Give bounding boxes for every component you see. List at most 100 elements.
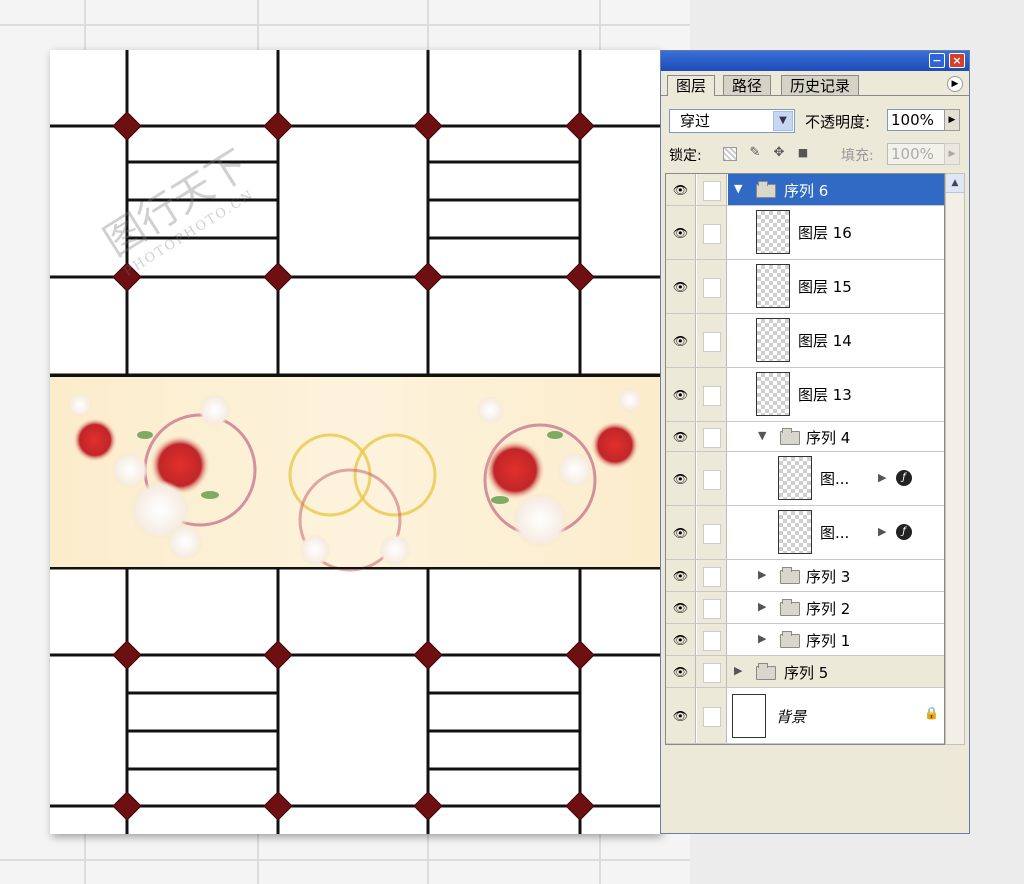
- eye-icon[interactable]: 👁: [666, 560, 696, 591]
- fx-icon[interactable]: ƒ: [896, 470, 912, 486]
- chevron-down-icon[interactable]: ▼: [773, 111, 793, 131]
- layer-content[interactable]: 图层 15: [728, 260, 944, 313]
- tab-history[interactable]: 历史记录: [781, 75, 860, 95]
- layer-content[interactable]: ▼ 序列 6: [728, 174, 944, 205]
- layers-scrollbar[interactable]: ▲: [945, 173, 965, 745]
- link-cell[interactable]: [697, 368, 727, 421]
- fill-slider-button[interactable]: ▶: [944, 143, 960, 165]
- link-cell[interactable]: [697, 260, 727, 313]
- brush-lock-icon[interactable]: ✎: [747, 145, 763, 161]
- layer-name: 图层 15: [798, 278, 852, 296]
- minimize-button[interactable]: −: [929, 53, 945, 68]
- layer-row-14[interactable]: 👁 图层 14: [666, 314, 944, 368]
- layer-thumbnail: [756, 264, 790, 308]
- layer-content[interactable]: 图层 16: [728, 206, 944, 259]
- link-cell[interactable]: [697, 560, 727, 591]
- effects-arrow-icon[interactable]: ▶: [878, 525, 886, 538]
- lock-label: 锁定:: [669, 148, 702, 164]
- link-cell[interactable]: [697, 174, 727, 205]
- layers-palette: − × 图层 路径 历史记录 ▶ 穿过 ▼ 不透明度: 100% ▶ 锁定: ✎…: [660, 50, 970, 834]
- lock-fill-row: 锁定: ✎ ✥ ■ 填充: 100% ▶: [661, 141, 969, 167]
- link-cell[interactable]: [697, 624, 727, 655]
- close-button[interactable]: ×: [949, 53, 965, 68]
- layer-row-fx-2[interactable]: 👁 图... ▶ ƒ: [666, 506, 944, 560]
- layer-name: 序列 5: [784, 664, 829, 682]
- padlock-icon[interactable]: ■: [795, 145, 811, 161]
- eye-icon[interactable]: 👁: [666, 368, 696, 421]
- link-cell[interactable]: [697, 206, 727, 259]
- layer-row-group3[interactable]: 👁 ▶ 序列 3: [666, 560, 944, 592]
- eye-icon[interactable]: 👁: [666, 314, 696, 367]
- eye-icon[interactable]: 👁: [666, 688, 696, 743]
- opacity-input[interactable]: 100%: [887, 109, 945, 131]
- layer-row-group1[interactable]: 👁 ▶ 序列 1: [666, 624, 944, 656]
- eye-icon[interactable]: 👁: [666, 260, 696, 313]
- eye-icon[interactable]: 👁: [666, 452, 696, 505]
- palette-titlebar[interactable]: − ×: [661, 51, 969, 71]
- layer-content[interactable]: 图层 13: [728, 368, 944, 421]
- document-canvas[interactable]: 图行天下 PHOTOPHOTO.CN: [50, 50, 660, 834]
- layer-row-group4[interactable]: 👁 ▼ 序列 4: [666, 422, 944, 452]
- expand-arrow-icon[interactable]: ▼: [734, 182, 742, 195]
- tab-layers[interactable]: 图层: [667, 75, 716, 96]
- fill-input[interactable]: 100%: [887, 143, 945, 165]
- fx-icon[interactable]: ƒ: [896, 524, 912, 540]
- layer-row-13[interactable]: 👁 图层 13: [666, 368, 944, 422]
- eye-icon[interactable]: 👁: [666, 624, 696, 655]
- expand-arrow-icon[interactable]: ▶: [758, 632, 766, 645]
- eye-icon[interactable]: 👁: [666, 206, 696, 259]
- tab-paths[interactable]: 路径: [723, 75, 772, 95]
- link-cell[interactable]: [697, 314, 727, 367]
- expand-arrow-icon[interactable]: ▼: [758, 429, 766, 442]
- layer-row-group6[interactable]: 👁 ▼ 序列 6: [666, 174, 944, 206]
- link-cell[interactable]: [697, 656, 727, 687]
- layer-row-background[interactable]: 👁 背景 🔒: [666, 688, 944, 744]
- opacity-slider-button[interactable]: ▶: [944, 109, 960, 131]
- link-cell[interactable]: [697, 688, 727, 743]
- blend-mode-value: 穿过: [680, 112, 711, 130]
- link-cell[interactable]: [697, 452, 727, 505]
- eye-icon[interactable]: 👁: [666, 174, 696, 205]
- expand-arrow-icon[interactable]: ▶: [758, 600, 766, 613]
- layer-content[interactable]: ▶ 序列 3: [728, 560, 944, 591]
- link-cell[interactable]: [697, 506, 727, 559]
- padlock-icon: 🔒: [924, 706, 939, 720]
- eye-icon[interactable]: 👁: [666, 422, 696, 451]
- layer-content[interactable]: ▼ 序列 4: [728, 422, 944, 451]
- layer-thumbnail: [778, 456, 812, 500]
- expand-arrow-icon[interactable]: ▶: [734, 664, 742, 677]
- layer-name: 图层 14: [798, 332, 852, 350]
- link-cell[interactable]: [697, 592, 727, 623]
- layer-thumbnail: [756, 318, 790, 362]
- layer-content[interactable]: ▶ 序列 5: [728, 656, 944, 687]
- expand-arrow-icon[interactable]: ▶: [758, 568, 766, 581]
- folder-icon: [756, 181, 776, 198]
- layer-row-group2[interactable]: 👁 ▶ 序列 2: [666, 592, 944, 624]
- layer-content[interactable]: ▶ 序列 2: [728, 592, 944, 623]
- transparency-lock-icon[interactable]: [723, 147, 737, 161]
- scroll-up-icon[interactable]: ▲: [946, 174, 964, 193]
- palette-tabs: 图层 路径 历史记录 ▶: [661, 71, 969, 96]
- layer-row-fx-1[interactable]: 👁 图... ▶ ƒ: [666, 452, 944, 506]
- blend-mode-select[interactable]: 穿过 ▼: [669, 109, 795, 133]
- layer-row-15[interactable]: 👁 图层 15: [666, 260, 944, 314]
- folder-icon: [780, 599, 800, 616]
- layer-content[interactable]: ▶ 序列 1: [728, 624, 944, 655]
- layer-name: 序列 4: [806, 429, 851, 447]
- blend-opacity-row: 穿过 ▼ 不透明度: 100% ▶: [661, 107, 969, 133]
- eye-icon[interactable]: 👁: [666, 592, 696, 623]
- layer-row-group5[interactable]: 👁 ▶ 序列 5: [666, 656, 944, 688]
- move-lock-icon[interactable]: ✥: [771, 145, 787, 161]
- layers-list: 👁 ▼ 序列 6 👁 图层 16 👁 图层 15 👁 图层 14 👁 图层 13…: [665, 173, 945, 745]
- layer-row-16[interactable]: 👁 图层 16: [666, 206, 944, 260]
- eye-icon[interactable]: 👁: [666, 656, 696, 687]
- effects-arrow-icon[interactable]: ▶: [878, 471, 886, 484]
- layer-content[interactable]: 图... ▶ ƒ: [728, 452, 944, 505]
- folder-icon: [780, 567, 800, 584]
- palette-menu-icon[interactable]: ▶: [947, 76, 963, 92]
- layer-content[interactable]: 图层 14: [728, 314, 944, 367]
- layer-content[interactable]: 背景 🔒: [728, 688, 944, 743]
- link-cell[interactable]: [697, 422, 727, 451]
- eye-icon[interactable]: 👁: [666, 506, 696, 559]
- layer-content[interactable]: 图... ▶ ƒ: [728, 506, 944, 559]
